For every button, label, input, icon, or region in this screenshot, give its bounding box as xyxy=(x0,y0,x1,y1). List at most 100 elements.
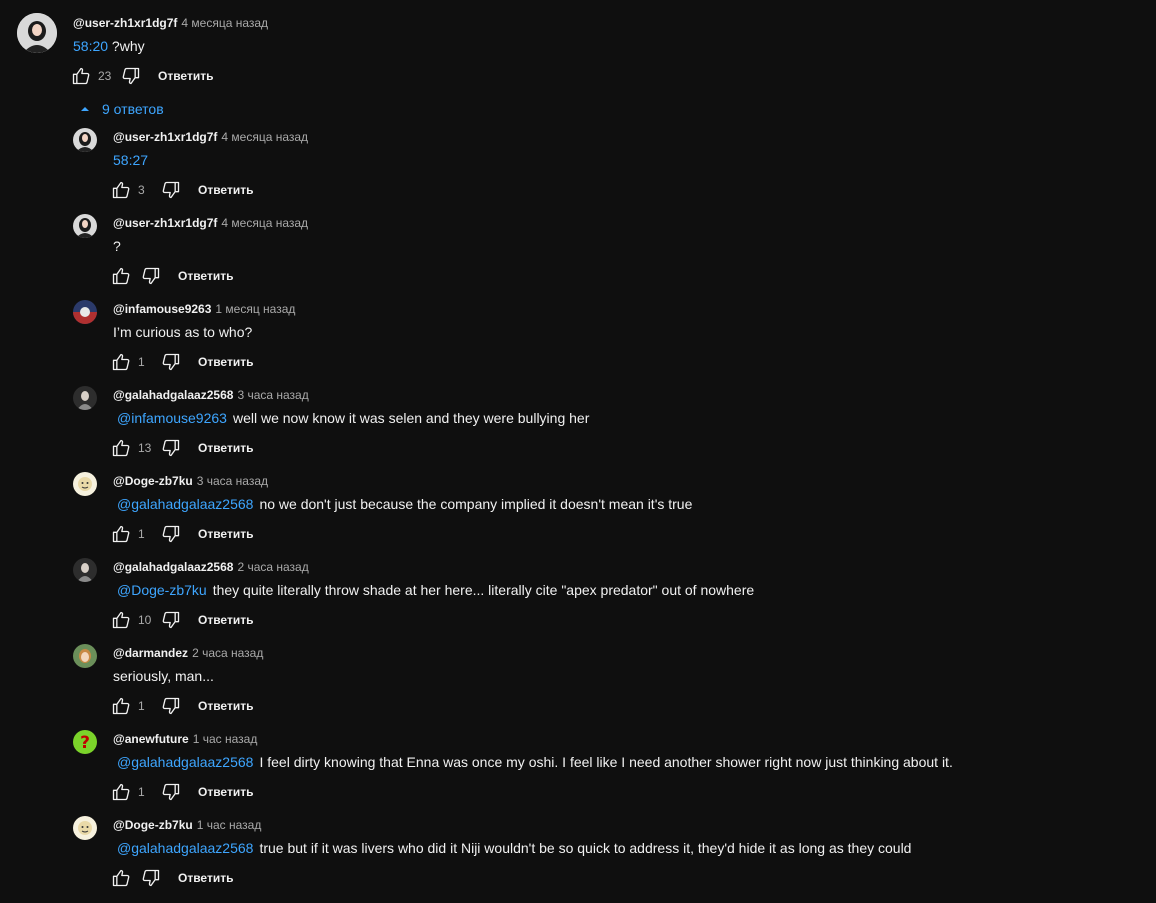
dislike-button[interactable] xyxy=(160,609,182,631)
comment-actions: 1 Ответить xyxy=(110,350,253,374)
comment-time[interactable]: 1 час назад xyxy=(197,818,262,832)
comment-time[interactable]: 1 час назад xyxy=(193,732,258,746)
dislike-button[interactable] xyxy=(160,179,182,201)
like-button[interactable] xyxy=(70,65,92,87)
like-button[interactable] xyxy=(110,351,132,373)
mention-link[interactable]: @galahadgalaaz2568 xyxy=(117,840,253,856)
dislike-button[interactable] xyxy=(160,437,182,459)
author-name[interactable]: @Doge-zb7ku xyxy=(113,818,193,832)
avatar[interactable] xyxy=(73,816,97,840)
thumb-up-icon xyxy=(112,869,130,887)
thumb-down-icon xyxy=(162,353,180,371)
author-name[interactable]: @anewfuture xyxy=(113,732,189,746)
author-name[interactable]: @infamouse9263 xyxy=(113,302,211,316)
avatar[interactable] xyxy=(73,386,97,410)
comment-body: I’m curious as to who? xyxy=(113,324,253,340)
comment-text: @infamouse9263 well we now know it was se… xyxy=(113,410,589,426)
reply-button[interactable]: Ответить xyxy=(178,871,233,885)
reply-button[interactable]: Ответить xyxy=(198,527,253,541)
replies-toggle-button[interactable]: 9 ответов xyxy=(78,99,164,119)
thumb-down-icon xyxy=(142,267,160,285)
dislike-button[interactable] xyxy=(140,867,162,889)
dislike-button[interactable] xyxy=(160,695,182,717)
dislike-button[interactable] xyxy=(160,781,182,803)
like-button[interactable] xyxy=(110,179,132,201)
comment-body: I feel dirty knowing that Enna was once … xyxy=(259,754,953,770)
comment-meta: @Doge-zb7ku 3 часа назад xyxy=(113,474,268,488)
reply-button[interactable]: Ответить xyxy=(198,785,253,799)
dislike-button[interactable] xyxy=(140,265,162,287)
author-name[interactable]: @darmandez xyxy=(113,646,188,660)
comment-time[interactable]: 1 месяц назад xyxy=(215,302,295,316)
like-count: 1 xyxy=(138,527,145,541)
comment-meta: @anewfuture 1 час назад xyxy=(113,732,257,746)
like-button[interactable] xyxy=(110,695,132,717)
dislike-button[interactable] xyxy=(160,523,182,545)
author-name[interactable]: @galahadgalaaz2568 xyxy=(113,388,233,402)
reply-button[interactable]: Ответить xyxy=(198,441,253,455)
like-count: 13 xyxy=(138,441,152,455)
author-name[interactable]: @user-zh1xr1dg7f xyxy=(113,130,217,144)
reply-button[interactable]: Ответить xyxy=(198,613,253,627)
like-count: 1 xyxy=(138,355,145,369)
timestamp-link[interactable]: 58:20 xyxy=(73,38,108,54)
like-button[interactable] xyxy=(110,523,132,545)
comment-body: ? xyxy=(113,238,121,254)
like-button[interactable] xyxy=(110,867,132,889)
avatar[interactable] xyxy=(73,300,97,324)
comment-time[interactable]: 2 часа назад xyxy=(237,560,308,574)
comment-body: they quite literally throw shade at her … xyxy=(212,582,755,598)
avatar[interactable] xyxy=(73,214,97,238)
timestamp-link[interactable]: 58:27 xyxy=(113,152,148,168)
thumb-up-icon xyxy=(112,783,130,801)
avatar[interactable] xyxy=(73,472,97,496)
comment-text: 58:20 ?why xyxy=(73,38,145,54)
thumb-up-icon xyxy=(112,181,130,199)
thumb-up-icon xyxy=(112,611,130,629)
thumb-down-icon xyxy=(142,869,160,887)
comment-text: @galahadgalaaz2568 no we don't just becau… xyxy=(113,496,692,512)
reply-button[interactable]: Ответить xyxy=(158,69,213,83)
author-name[interactable]: @user-zh1xr1dg7f xyxy=(113,216,217,230)
avatar[interactable] xyxy=(17,13,57,53)
mention-link[interactable]: @infamouse9263 xyxy=(117,410,227,426)
comment-meta: @user-zh1xr1dg7f 4 месяца назад xyxy=(113,216,308,230)
comment-text: @galahadgalaaz2568 true but if it was liv… xyxy=(113,840,911,856)
mention-link[interactable]: @galahadgalaaz2568 xyxy=(117,754,253,770)
comment-meta: @user-zh1xr1dg7f 4 месяца назад xyxy=(73,16,268,30)
like-button[interactable] xyxy=(110,265,132,287)
avatar[interactable] xyxy=(73,644,97,668)
like-button[interactable] xyxy=(110,781,132,803)
reply-button[interactable]: Ответить xyxy=(198,183,253,197)
dislike-button[interactable] xyxy=(160,351,182,373)
author-name[interactable]: @galahadgalaaz2568 xyxy=(113,560,233,574)
reply-button[interactable]: Ответить xyxy=(178,269,233,283)
like-count: 3 xyxy=(138,183,145,197)
comment-time[interactable]: 3 часа назад xyxy=(197,474,268,488)
comment-text: seriously, man... xyxy=(113,668,214,684)
reply-button[interactable]: Ответить xyxy=(198,699,253,713)
like-button[interactable] xyxy=(110,609,132,631)
comment-time[interactable]: 3 часа назад xyxy=(237,388,308,402)
comment-meta: @galahadgalaaz2568 3 часа назад xyxy=(113,388,309,402)
comment-time[interactable]: 4 месяца назад xyxy=(181,16,268,30)
like-count: 1 xyxy=(138,785,145,799)
avatar[interactable] xyxy=(73,558,97,582)
avatar-image xyxy=(17,13,57,53)
comment-text: I’m curious as to who? xyxy=(113,324,252,340)
dislike-button[interactable] xyxy=(120,65,142,87)
author-name[interactable]: @Doge-zb7ku xyxy=(113,474,193,488)
avatar[interactable] xyxy=(73,128,97,152)
thumb-up-icon xyxy=(112,697,130,715)
comment-time[interactable]: 2 часа назад xyxy=(192,646,263,660)
mention-link[interactable]: @galahadgalaaz2568 xyxy=(117,496,253,512)
reply-button[interactable]: Ответить xyxy=(198,355,253,369)
author-name[interactable]: @user-zh1xr1dg7f xyxy=(73,16,177,30)
comment-time[interactable]: 4 месяца назад xyxy=(221,216,308,230)
mention-link[interactable]: @Doge-zb7ku xyxy=(117,582,207,598)
thumb-down-icon xyxy=(122,67,140,85)
thumb-up-icon xyxy=(72,67,90,85)
like-button[interactable] xyxy=(110,437,132,459)
avatar[interactable]: ? xyxy=(73,730,97,754)
comment-time[interactable]: 4 месяца назад xyxy=(221,130,308,144)
